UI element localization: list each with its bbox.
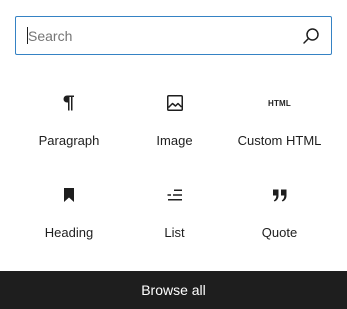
block-item-quote[interactable]: Quote (227, 172, 332, 264)
block-label: Quote (261, 225, 298, 240)
block-label: Image (156, 133, 193, 148)
heading-bookmark-icon (57, 183, 81, 207)
block-label: List (164, 225, 185, 240)
list-icon (163, 183, 187, 207)
image-icon (163, 91, 187, 115)
block-item-custom-html[interactable]: HTML Custom HTML (227, 80, 332, 172)
block-grid: Paragraph Image HTML Custom HTML Heading… (16, 80, 332, 264)
paragraph-icon (57, 91, 81, 115)
browse-all-button[interactable]: Browse all (0, 271, 347, 309)
block-item-heading[interactable]: Heading (16, 172, 122, 264)
html-icon: HTML (268, 91, 292, 115)
search-box[interactable] (15, 16, 332, 55)
html-icon-glyph: HTML (267, 98, 291, 108)
block-inserter-panel: Paragraph Image HTML Custom HTML (0, 0, 347, 309)
quote-icon (268, 183, 292, 207)
browse-all-label: Browse all (141, 282, 206, 298)
block-item-image[interactable]: Image (122, 80, 227, 172)
search-input[interactable] (16, 17, 296, 54)
block-label: Paragraph (38, 133, 100, 148)
text-cursor (27, 27, 28, 44)
block-label: Heading (44, 225, 94, 240)
block-label: Custom HTML (237, 133, 322, 148)
search-icon (301, 26, 321, 46)
block-item-paragraph[interactable]: Paragraph (16, 80, 122, 172)
block-item-list[interactable]: List (122, 172, 227, 264)
